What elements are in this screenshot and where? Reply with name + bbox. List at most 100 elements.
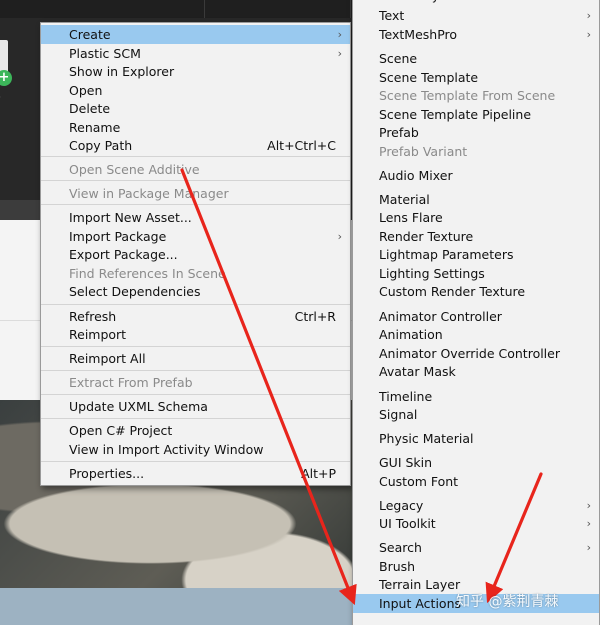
menu-item-import-package[interactable]: Import Package › xyxy=(41,227,350,246)
menu-item-label: Lightmap Parameters xyxy=(379,247,514,263)
create-item-physic-material[interactable]: Physic Material xyxy=(353,430,599,449)
menu-item-find-references-in-scene: Find References In Scene xyxy=(41,264,350,283)
create-item-scene[interactable]: Scene xyxy=(353,49,599,68)
menu-item-label: Reimport xyxy=(69,327,127,343)
menu-item-view-in-import-activity-window[interactable]: View in Import Activity Window xyxy=(41,440,350,459)
create-item-animation[interactable]: Animation xyxy=(353,326,599,345)
menu-item-label: Input Actions xyxy=(379,595,462,611)
menu-item-create[interactable]: Create › xyxy=(41,25,350,44)
menu-item-label: Render Texture xyxy=(379,228,474,244)
create-item-custom-font[interactable]: Custom Font xyxy=(353,472,599,491)
create-item-animator-override-controller[interactable]: Animator Override Controller xyxy=(353,344,599,363)
create-item-ui-toolkit[interactable]: UI Toolkit › xyxy=(353,515,599,534)
create-item-audio-mixer[interactable]: Audio Mixer xyxy=(353,166,599,185)
menu-item-copy-path[interactable]: Copy Path Alt+Ctrl+C xyxy=(41,137,350,156)
menu-item-label: View in Package Manager xyxy=(69,186,229,202)
create-item-scene-template[interactable]: Scene Template xyxy=(353,68,599,87)
menu-item-label: Open xyxy=(69,82,103,98)
menu-item-label: Animator Controller xyxy=(379,308,502,324)
menu-item-label: Custom Font xyxy=(379,473,459,489)
chevron-right-icon: › xyxy=(586,8,591,22)
create-item-textmeshpro[interactable]: TextMeshPro › xyxy=(353,25,599,44)
menu-item-reimport-all[interactable]: Reimport All xyxy=(41,350,350,369)
menu-item-label: UI Toolkit xyxy=(379,516,436,532)
create-item-avatar-mask[interactable]: Avatar Mask xyxy=(353,363,599,382)
create-item-timeline[interactable]: Timeline xyxy=(353,387,599,406)
menu-item-label: Import New Asset... xyxy=(69,209,192,225)
chevron-right-icon: › xyxy=(586,517,591,531)
menu-item-label: Audio Mixer xyxy=(379,167,453,183)
menu-item-label: GUI Skin xyxy=(379,455,433,471)
menu-item-open[interactable]: Open xyxy=(41,81,350,100)
menu-item-label: Update UXML Schema xyxy=(69,399,208,415)
create-item-prefab[interactable]: Prefab xyxy=(353,124,599,143)
menu-item-label: View in Import Activity Window xyxy=(69,441,264,457)
menu-item-label: Assembly Definition Reference xyxy=(353,0,571,3)
menu-item-rename[interactable]: Rename xyxy=(41,118,350,137)
menu-item-label: Create xyxy=(69,26,111,42)
tab-divider xyxy=(350,0,351,18)
menu-item-label: Search xyxy=(379,540,422,556)
create-item-custom-render-texture[interactable]: Custom Render Texture xyxy=(353,283,599,302)
create-item-lighting-settings[interactable]: Lighting Settings xyxy=(353,264,599,283)
menu-item-extract-from-prefab: Extract From Prefab xyxy=(41,374,350,393)
create-item-animator-controller[interactable]: Animator Controller xyxy=(353,307,599,326)
menu-item-label: Prefab xyxy=(379,125,419,141)
menu-item-label: Extract From Prefab xyxy=(69,375,193,391)
create-item-assembly-definition-reference[interactable]: Assembly Definition Reference xyxy=(353,0,599,5)
create-item-text[interactable]: Text › xyxy=(353,6,599,25)
menu-separator xyxy=(41,370,350,371)
menu-item-label: Physic Material xyxy=(379,431,474,447)
menu-item-export-package[interactable]: Export Package... xyxy=(41,246,350,265)
asset-label: o xyxy=(0,90,1,103)
menu-item-label: Open Scene Additive xyxy=(69,162,200,178)
menu-item-label: Copy Path xyxy=(69,138,133,154)
menu-item-label: Terrain Layer xyxy=(379,577,461,593)
menu-item-import-new-asset[interactable]: Import New Asset... xyxy=(41,208,350,227)
menu-item-view-in-package-manager: View in Package Manager xyxy=(41,185,350,204)
create-item-brush[interactable]: Brush xyxy=(353,557,599,576)
menu-item-label: Plastic SCM xyxy=(69,45,141,61)
menu-separator xyxy=(41,418,350,419)
menu-item-shortcut: Alt+P xyxy=(301,465,336,481)
chevron-right-icon: › xyxy=(586,498,591,512)
menu-item-label: Open C# Project xyxy=(69,423,173,439)
menu-item-refresh[interactable]: Refresh Ctrl+R xyxy=(41,307,350,326)
menu-item-label: Timeline xyxy=(379,388,433,404)
menu-item-select-dependencies[interactable]: Select Dependencies xyxy=(41,283,350,302)
menu-item-label: Scene Template xyxy=(379,69,479,85)
menu-item-update-uxml-schema[interactable]: Update UXML Schema xyxy=(41,398,350,417)
menu-item-label: Show in Explorer xyxy=(69,64,175,80)
create-item-legacy[interactable]: Legacy › xyxy=(353,496,599,515)
menu-item-label: Reimport All xyxy=(69,351,146,367)
chevron-right-icon: › xyxy=(337,229,342,243)
menu-item-properties[interactable]: Properties... Alt+P xyxy=(41,464,350,483)
create-item-material[interactable]: Material xyxy=(353,190,599,209)
menu-item-label: Refresh xyxy=(69,308,117,324)
menu-item-label: Lens Flare xyxy=(379,210,443,226)
menu-item-plastic-scm[interactable]: Plastic SCM › xyxy=(41,44,350,63)
menu-separator xyxy=(41,180,350,181)
create-item-lens-flare[interactable]: Lens Flare xyxy=(353,209,599,228)
chevron-right-icon: › xyxy=(586,27,591,41)
menu-item-label: TextMeshPro xyxy=(379,26,458,42)
create-item-lightmap-parameters[interactable]: Lightmap Parameters xyxy=(353,246,599,265)
create-item-gui-skin[interactable]: GUI Skin xyxy=(353,454,599,473)
menu-item-reimport[interactable]: Reimport xyxy=(41,326,350,345)
menu-item-label: Text xyxy=(379,7,405,23)
tab-divider xyxy=(204,0,205,18)
menu-item-shortcut: Alt+Ctrl+C xyxy=(267,138,336,154)
menu-item-label: Avatar Mask xyxy=(379,364,456,380)
create-item-scene-template-pipeline[interactable]: Scene Template Pipeline xyxy=(353,105,599,124)
menu-item-label: Import Package xyxy=(69,228,167,244)
menu-item-label: Animator Override Controller xyxy=(379,345,560,361)
menu-item-open-c-project[interactable]: Open C# Project xyxy=(41,422,350,441)
menu-item-delete[interactable]: Delete xyxy=(41,100,350,119)
menu-item-label: Legacy xyxy=(379,497,424,513)
menu-item-show-in-explorer[interactable]: Show in Explorer xyxy=(41,63,350,82)
create-item-search[interactable]: Search › xyxy=(353,539,599,558)
create-item-render-texture[interactable]: Render Texture xyxy=(353,227,599,246)
create-item-signal[interactable]: Signal xyxy=(353,406,599,425)
chevron-right-icon: › xyxy=(586,541,591,555)
menu-item-label: Scene Template From Scene xyxy=(379,88,556,104)
